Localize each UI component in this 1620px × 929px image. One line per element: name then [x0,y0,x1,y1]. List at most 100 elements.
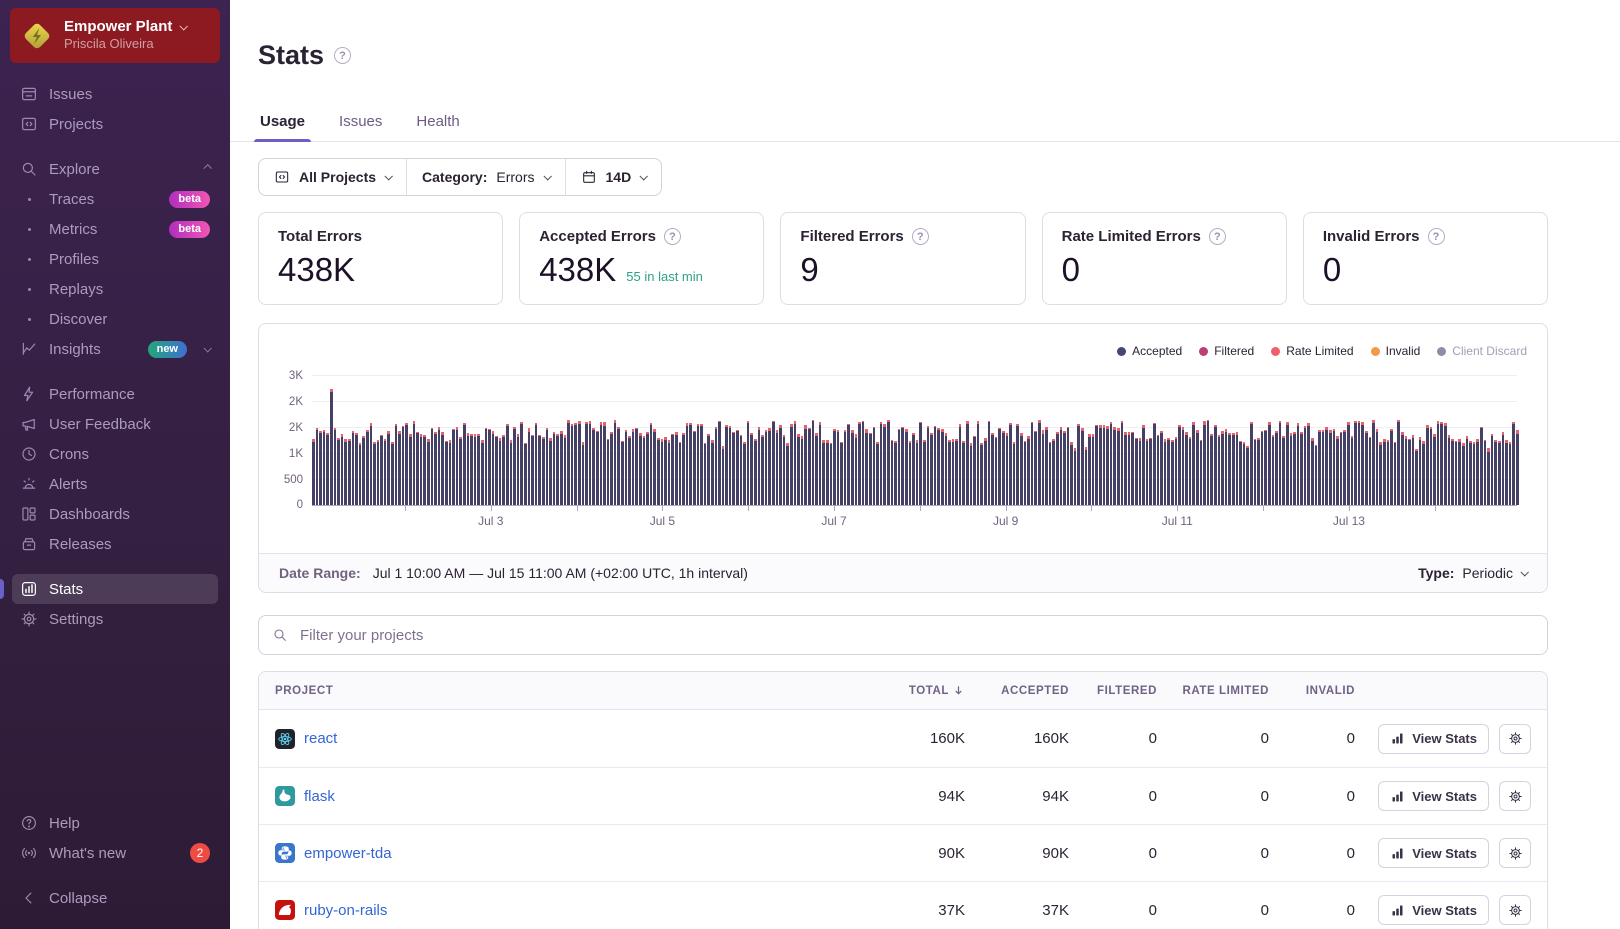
sidebar-item-metrics[interactable]: Metrics beta [12,214,218,244]
project-link[interactable]: flask [275,786,335,807]
sidebar: Empower Plant Priscila Oliveira Issues Pr… [0,0,230,929]
project-link[interactable]: react [275,728,337,749]
chart-bar [743,442,746,506]
view-stats-button[interactable]: View Stats [1378,895,1489,926]
page-help-icon[interactable]: ? [334,47,352,65]
category-filter-dropdown[interactable]: Category: Errors [406,159,564,196]
project-filter-dropdown[interactable]: All Projects [259,159,406,195]
column-header-project[interactable]: PROJECT [275,685,861,697]
sidebar-item-collapse[interactable]: Collapse [12,883,218,913]
chart-bar [1081,428,1084,506]
dashboards-icon [20,505,38,523]
projects-icon [274,169,290,185]
chart-bar [473,434,477,506]
x-axis-label: Jul 3 [478,514,504,529]
project-search [258,615,1548,656]
sidebar-item-issues[interactable]: Issues [12,79,218,109]
project-settings-button[interactable] [1499,895,1531,926]
chart-bar [1232,433,1235,506]
sidebar-item-replays[interactable]: Replays [12,274,218,304]
chart-bar [818,422,822,506]
legend-item-rate-limited[interactable]: Rate Limited [1271,344,1354,358]
sidebar-item-profiles[interactable]: Profiles [12,244,218,274]
sidebar-item-crons[interactable]: Crons [12,439,218,469]
sidebar-item-user-feedback[interactable]: User Feedback [12,409,218,439]
legend-item-filtered[interactable]: Filtered [1199,344,1254,358]
help-icon[interactable]: ? [1208,228,1226,246]
filtered-value: 0 [1148,844,1157,862]
insights-icon [20,340,38,358]
sidebar-item-insights[interactable]: Insights new [12,334,218,364]
bullet-icon [20,288,38,291]
view-stats-button[interactable]: View Stats [1378,723,1489,754]
legend-item-client-discard[interactable]: Client Discard [1437,344,1527,358]
help-icon[interactable]: ? [911,228,929,246]
sidebar-item-explore[interactable]: Explore [12,154,218,184]
x-axis-tick [1348,505,1350,512]
project-search-input[interactable] [298,625,1534,645]
chart-bar [692,431,696,506]
tab-usage[interactable]: Usage [253,113,312,143]
filtered-value: 0 [1148,730,1157,748]
sidebar-item-alerts[interactable]: Alerts [12,469,218,499]
column-header-invalid[interactable]: INVALID [1269,685,1355,697]
org-switcher[interactable]: Empower Plant Priscila Oliveira [10,8,220,63]
legend-item-invalid[interactable]: Invalid [1370,344,1420,358]
sidebar-item-label: Stats [49,580,84,598]
project-settings-button[interactable] [1499,781,1531,812]
sidebar-item-dashboards[interactable]: Dashboards [12,499,218,529]
chart-bar [1142,425,1145,506]
chart-bar [1321,430,1325,506]
chart-bar [825,440,829,506]
chart-bar [1458,439,1461,506]
chart-bar [1483,440,1487,506]
bullet-icon [20,198,38,201]
chart-bar [649,423,653,506]
project-link[interactable]: ruby-on-rails [275,900,387,921]
view-stats-button[interactable]: View Stats [1378,781,1489,812]
bullet-icon [20,318,38,321]
chart-bar [462,423,466,506]
help-icon[interactable]: ? [663,228,681,246]
column-header-filtered[interactable]: FILTERED [1069,685,1157,697]
project-settings-button[interactable] [1499,838,1531,869]
date-range-dropdown[interactable]: 14D [564,159,662,196]
tab-health[interactable]: Health [414,113,461,141]
chart-bar [1479,427,1483,506]
chart-bar [1418,437,1422,506]
chart-bar [710,440,714,506]
chart-bar [1440,422,1444,506]
sidebar-item-performance[interactable]: Performance [12,379,218,409]
chart-bar [772,421,775,506]
tab-issues[interactable]: Issues [337,113,384,141]
legend-item-accepted[interactable]: Accepted [1117,344,1182,358]
category-filter-label: Category: [422,169,488,186]
sidebar-item-releases[interactable]: Releases [12,529,218,559]
sidebar-item-stats[interactable]: Stats [0,574,218,604]
sidebar-item-traces[interactable]: Traces beta [12,184,218,214]
chart-bar [660,439,664,506]
help-icon[interactable]: ? [1427,228,1445,246]
type-selector[interactable]: Type: Periodic [1418,565,1529,581]
chart-bar [1156,435,1160,506]
column-header-accepted[interactable]: ACCEPTED [965,685,1069,697]
project-link[interactable]: empower-tda [275,843,392,864]
chart-bar [1037,420,1041,506]
sidebar-item-help[interactable]: Help [12,808,218,838]
sidebar-item-settings[interactable]: Settings [12,604,218,634]
sidebar-item-discover[interactable]: Discover [12,304,218,334]
sidebar-item-what-s-new[interactable]: What's new 2 [12,838,218,868]
project-settings-button[interactable] [1499,723,1531,754]
chart-bar [1487,448,1490,506]
chart-bar [1099,425,1102,506]
legend-label: Accepted [1132,344,1183,359]
view-stats-button[interactable]: View Stats [1378,838,1489,869]
column-header-total[interactable]: TOTAL [861,684,965,697]
main-content: Stats ? Usage Issues Health All Projects C… [230,0,1620,929]
column-header-rate-limited[interactable]: RATE LIMITED [1157,685,1269,697]
invalid-value: 0 [1346,901,1355,919]
sidebar-item-projects[interactable]: Projects [12,109,218,139]
chart-bar [1393,442,1397,506]
clock-icon [20,445,38,463]
org-meta: Empower Plant Priscila Oliveira [64,18,189,53]
